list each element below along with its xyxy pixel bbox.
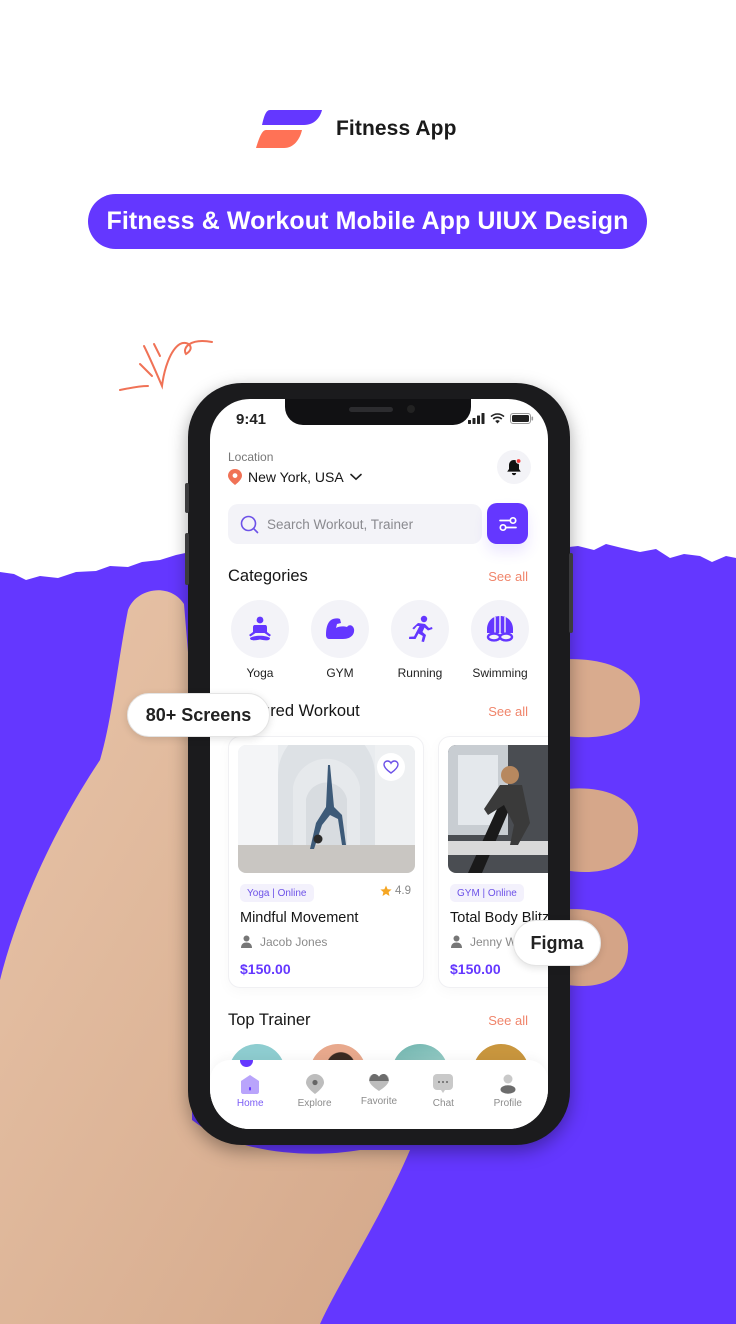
tab-chat[interactable]: Chat — [415, 1074, 471, 1129]
profile-icon — [500, 1074, 516, 1094]
search-bar[interactable] — [228, 504, 482, 544]
figma-badge: Figma — [513, 920, 601, 966]
phone-mockup: 9:41 Location New York, USA Search Worko… — [185, 383, 573, 1145]
rating: 4.9 — [380, 885, 411, 897]
chevron-down-icon — [349, 473, 362, 481]
active-tab-indicator — [240, 1060, 253, 1067]
search-input[interactable] — [267, 516, 467, 532]
tab-profile[interactable]: Profile — [480, 1074, 536, 1129]
tab-label: Home — [236, 1098, 264, 1109]
top-trainer-see-all-link[interactable]: See all — [488, 1013, 528, 1028]
workout-tag: GYM | Online — [450, 884, 524, 902]
explore-icon — [305, 1074, 324, 1094]
tab-explore[interactable]: Explore — [287, 1074, 343, 1129]
notifications-button[interactable] — [497, 450, 531, 484]
brand-logo-icon — [256, 110, 322, 148]
featured-workout-list: Yoga | Online 4.9 Mindful Movement Jacob… — [228, 736, 548, 988]
categories-list: Yoga GYM Running Swimming — [229, 600, 531, 680]
tab-label: Favorite — [360, 1096, 398, 1107]
wifi-icon — [490, 413, 505, 424]
title-banner: Fitness & Workout Mobile App UIUX Design — [88, 194, 647, 249]
yoga-icon — [249, 616, 271, 641]
workout-price: $150.00 — [240, 961, 291, 977]
favorite-button[interactable] — [377, 753, 405, 781]
status-time: 9:41 — [236, 411, 267, 428]
tab-label: Chat — [432, 1098, 454, 1109]
category-gym[interactable]: GYM — [309, 600, 371, 680]
workout-price: $150.00 — [450, 961, 501, 977]
featured-see-all-link[interactable]: See all — [488, 704, 528, 719]
category-swimming[interactable]: Swimming — [469, 600, 531, 680]
map-pin-icon — [228, 469, 242, 485]
brand-name: Fitness App — [336, 117, 457, 140]
star-icon — [380, 885, 392, 896]
screens-count-badge: 80+ Screens — [127, 693, 270, 737]
location-value: New York, USA — [248, 469, 344, 485]
tab-favorite[interactable]: Favorite — [351, 1074, 407, 1129]
search-icon — [240, 515, 259, 533]
workout-title: Mindful Movement — [240, 910, 359, 926]
category-icon-wrap — [391, 600, 449, 658]
battery-icon — [510, 413, 534, 424]
workout-image-gym — [448, 745, 548, 873]
category-icon-wrap — [311, 600, 369, 658]
categories-see-all-link[interactable]: See all — [488, 569, 528, 584]
category-icon-wrap — [471, 600, 529, 658]
bell-icon — [507, 458, 522, 476]
workout-tag: Yoga | Online — [240, 884, 314, 902]
category-icon-wrap — [231, 600, 289, 658]
location-label: Location — [228, 450, 274, 464]
top-trainer-title: Top Trainer — [228, 1011, 311, 1029]
rating-value: 4.9 — [395, 885, 411, 897]
heart-outline-icon — [383, 760, 399, 774]
doodle-decoration-icon — [119, 340, 213, 391]
phone-side-button — [185, 483, 189, 513]
categories-title: Categories — [228, 567, 308, 585]
filter-button[interactable] — [487, 503, 528, 544]
home-icon — [241, 1075, 260, 1094]
gym-photo — [448, 745, 548, 873]
user-icon — [451, 935, 462, 948]
phone-power-button — [569, 553, 573, 633]
tab-label: Profile — [493, 1098, 522, 1109]
notch-speaker — [349, 407, 393, 412]
tab-home[interactable]: Home — [222, 1074, 278, 1129]
swimming-goggles-icon — [486, 616, 514, 642]
signal-icon — [468, 413, 485, 424]
category-yoga[interactable]: Yoga — [229, 600, 291, 680]
heart-icon — [368, 1074, 389, 1091]
category-running[interactable]: Running — [389, 600, 451, 680]
workout-trainer: Jacob Jones — [241, 935, 327, 949]
brand: Fitness App — [256, 108, 457, 150]
filter-sliders-icon — [498, 516, 517, 531]
chat-icon — [433, 1074, 454, 1093]
app-screen: 9:41 Location New York, USA Search Worko… — [210, 399, 548, 1129]
category-label: Yoga — [246, 666, 274, 680]
notch-camera — [407, 405, 415, 413]
category-label: Running — [397, 666, 443, 680]
muscle-icon — [326, 618, 355, 639]
category-label: GYM — [326, 666, 354, 680]
bottom-tab-bar: Home Explore Favorite Chat Profile — [210, 1060, 548, 1129]
workout-card[interactable]: Yoga | Online 4.9 Mindful Movement Jacob… — [228, 736, 424, 988]
notch — [285, 399, 471, 425]
running-icon — [409, 615, 433, 642]
category-label: Swimming — [472, 666, 528, 680]
status-icons — [468, 413, 534, 424]
user-icon — [241, 935, 252, 948]
trainer-name: Jacob Jones — [260, 935, 328, 949]
tab-label: Explore — [297, 1098, 332, 1109]
location-selector[interactable]: New York, USA — [228, 469, 362, 485]
phone-volume-button — [185, 533, 189, 585]
